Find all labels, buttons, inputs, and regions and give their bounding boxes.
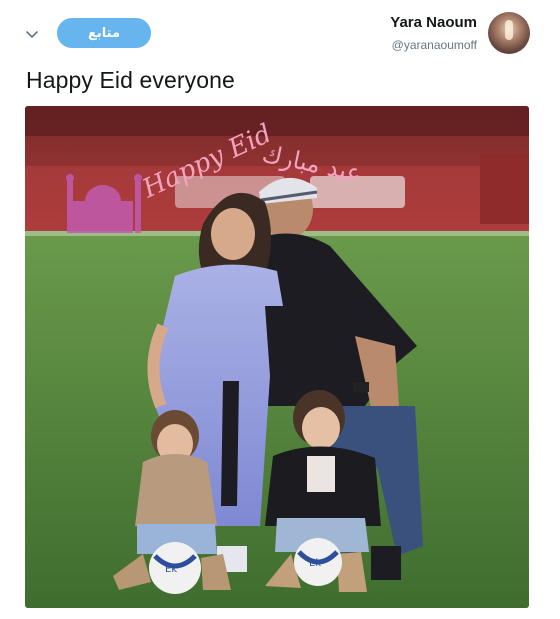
chevron-down-icon[interactable] (23, 25, 41, 43)
follow-button[interactable]: متابع (57, 18, 151, 48)
ball-label: Ek (165, 564, 177, 575)
author-name[interactable]: Yara Naoum (390, 13, 477, 33)
avatar[interactable] (488, 12, 530, 54)
photo-illustration: Happy Eid عيد مبارك Ek Ek (25, 106, 529, 608)
avatar-highlight (505, 20, 513, 40)
tweet-text: Happy Eid everyone (26, 67, 235, 93)
author-handle[interactable]: @yaranaoumoff (390, 35, 477, 55)
stadium-roof (25, 106, 529, 136)
author-block: Yara Naoum @yaranaoumoff (390, 13, 477, 55)
ball-label: Ek (309, 558, 321, 569)
stadium-door (480, 154, 529, 224)
tweet-photo[interactable]: Happy Eid عيد مبارك Ek Ek (25, 106, 529, 608)
